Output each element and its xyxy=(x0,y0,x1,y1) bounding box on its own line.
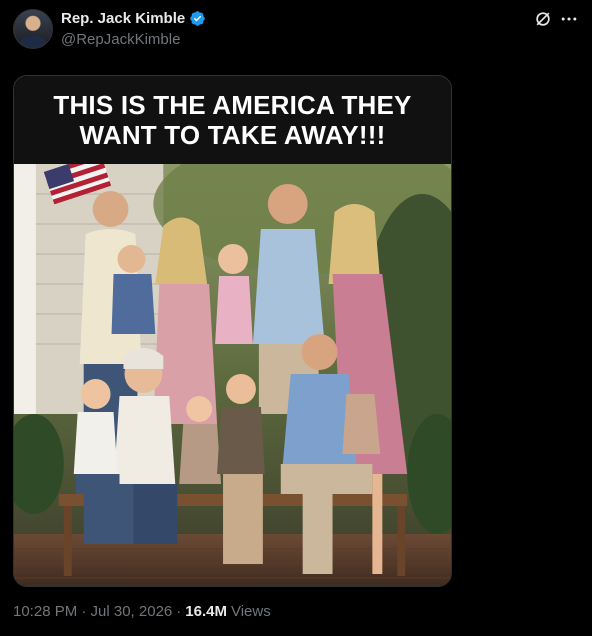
timestamp-link[interactable]: 10:28 PM · Jul 30, 2026 xyxy=(13,603,172,620)
more-icon[interactable] xyxy=(559,9,579,29)
meta-separator: · xyxy=(176,603,182,620)
verified-badge-icon xyxy=(190,11,205,26)
grok-icon[interactable] xyxy=(533,9,553,29)
family-photo xyxy=(14,164,451,586)
author-name-row: Rep. Jack Kimble xyxy=(61,10,206,27)
tweet-meta: 10:28 PM · Jul 30, 2026 · 16.4M Views xyxy=(13,603,271,620)
tweet-header: Rep. Jack Kimble @RepJackKimble xyxy=(13,9,579,53)
author-avatar[interactable] xyxy=(13,9,53,49)
media-caption-bar: THIS IS THE AMERICA THEY WANT TO TAKE AW… xyxy=(14,76,451,164)
media-caption: THIS IS THE AMERICA THEY WANT TO TAKE AW… xyxy=(53,90,412,150)
views-label: Views xyxy=(230,603,271,620)
tweet-media[interactable]: THIS IS THE AMERICA THEY WANT TO TAKE AW… xyxy=(13,75,452,587)
author-display-name[interactable]: Rep. Jack Kimble xyxy=(61,10,185,27)
author-handle[interactable]: @RepJackKimble xyxy=(61,31,180,48)
views-count: 16.4M xyxy=(185,603,227,620)
